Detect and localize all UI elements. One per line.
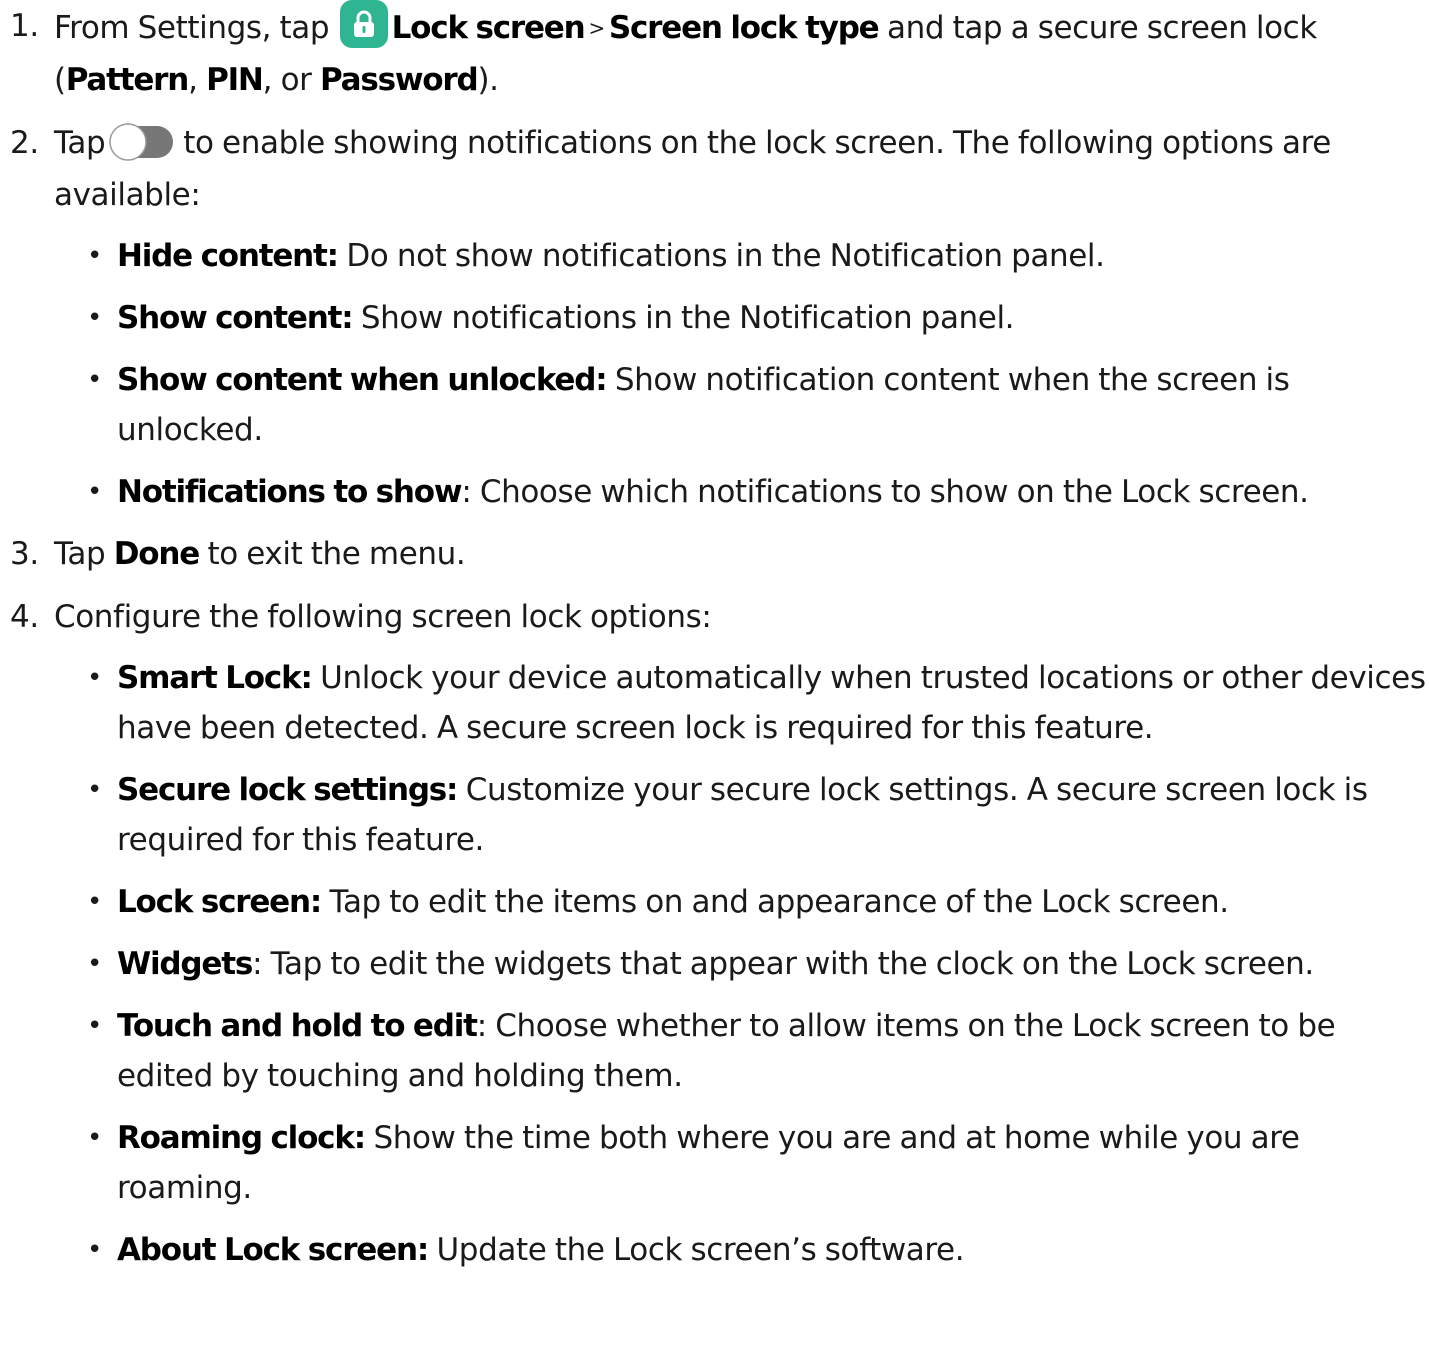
option-pin: PIN	[206, 62, 264, 98]
option-description: Tap to edit the items on and appearance …	[329, 884, 1230, 920]
option-term: Smart Lock:	[117, 660, 313, 696]
menu-lock-screen: Lock screen	[391, 10, 586, 46]
option-description: : Tap to edit the widgets that appear wi…	[252, 946, 1314, 982]
option-term: About Lock screen:	[117, 1232, 429, 1268]
option-description: Show notifications in the Notification p…	[360, 300, 1015, 336]
list-item: • Show content: Show notifications in the…	[54, 293, 1429, 343]
list-item: • Roaming clock: Show the time both where…	[54, 1113, 1429, 1213]
option-term: Notifications to show	[117, 474, 463, 510]
step-number: 1.	[10, 8, 39, 44]
option-term: Show content when unlocked:	[117, 362, 608, 398]
bullet-icon: •	[87, 241, 102, 271]
step-text: From Settings, tap	[54, 10, 330, 46]
bullet-icon: •	[87, 1235, 102, 1265]
step-number: 3.	[10, 536, 39, 572]
list-item: • Hide content: Do not show notifications…	[54, 231, 1429, 281]
step-2: 2. Tap to enable showing notifications o…	[0, 117, 1429, 517]
step-text: Configure the following screen lock opti…	[54, 599, 712, 635]
option-term: Hide content:	[117, 238, 339, 274]
step-text: , or	[262, 62, 320, 98]
list-item: • Show content when unlocked: Show notifi…	[54, 355, 1429, 455]
step-number: 2.	[10, 125, 39, 161]
option-description: Do not show notifications in the Notific…	[346, 238, 1105, 274]
option-password: Password	[319, 62, 479, 98]
option-term: Lock screen:	[117, 884, 322, 920]
bullet-icon: •	[87, 775, 102, 805]
toggle-switch-icon	[109, 123, 175, 161]
step-text: Tap	[54, 125, 106, 161]
bullet-icon: •	[87, 365, 102, 395]
list-item: • About Lock screen: Update the Lock scre…	[54, 1225, 1429, 1275]
step-1: 1. From Settings, tap Lock screen > Screen…	[0, 0, 1429, 106]
option-term: Secure lock settings:	[117, 772, 458, 808]
step-text: to enable showing notifications on the l…	[54, 125, 1331, 213]
bullet-icon: •	[87, 1123, 102, 1153]
option-term: Widgets	[117, 946, 253, 982]
step-3: 3. Tap Done to exit the menu.	[0, 528, 1429, 580]
menu-screen-lock-type: Screen lock type	[608, 10, 880, 46]
option-term: Roaming clock:	[117, 1120, 366, 1156]
list-item: • Lock screen: Tap to edit the items on a…	[54, 877, 1429, 927]
notification-options-list: • Hide content: Do not show notifications…	[54, 231, 1429, 517]
bullet-icon: •	[87, 663, 102, 693]
step-text: ,	[188, 62, 207, 98]
list-item: • Notifications to show: Choose which not…	[54, 467, 1429, 517]
list-item: • Secure lock settings: Customize your se…	[54, 765, 1429, 865]
option-description: Unlock your device automatically when tr…	[117, 660, 1426, 746]
option-description: Update the Lock screen’s software.	[436, 1232, 965, 1268]
option-term: Show content:	[117, 300, 354, 336]
bullet-icon: •	[87, 303, 102, 333]
step-4: 4. Configure the following screen lock o…	[0, 591, 1429, 1275]
step-text: to exit the menu.	[199, 536, 466, 572]
done-label: Done	[113, 536, 201, 572]
option-term: Touch and hold to edit	[117, 1008, 478, 1044]
option-description: : Choose which notifications to show on …	[461, 474, 1309, 510]
bullet-icon: •	[87, 1011, 102, 1041]
breadcrumb-separator: >	[588, 16, 606, 40]
step-text: Tap	[54, 536, 114, 572]
screen-lock-options-list: • Smart Lock: Unlock your device automati…	[54, 653, 1429, 1275]
instructions-document: 1. From Settings, tap Lock screen > Screen…	[0, 0, 1429, 1287]
step-text: ).	[477, 62, 499, 98]
step-number: 4.	[10, 599, 39, 635]
bullet-icon: •	[87, 477, 102, 507]
list-item: • Touch and hold to edit: Choose whether …	[54, 1001, 1429, 1101]
bullet-icon: •	[87, 887, 102, 917]
lock-screen-settings-icon	[339, 0, 388, 48]
list-item: • Smart Lock: Unlock your device automati…	[54, 653, 1429, 753]
bullet-icon: •	[87, 949, 102, 979]
option-pattern: Pattern	[65, 62, 190, 98]
list-item: • Widgets: Tap to edit the widgets that a…	[54, 939, 1429, 989]
